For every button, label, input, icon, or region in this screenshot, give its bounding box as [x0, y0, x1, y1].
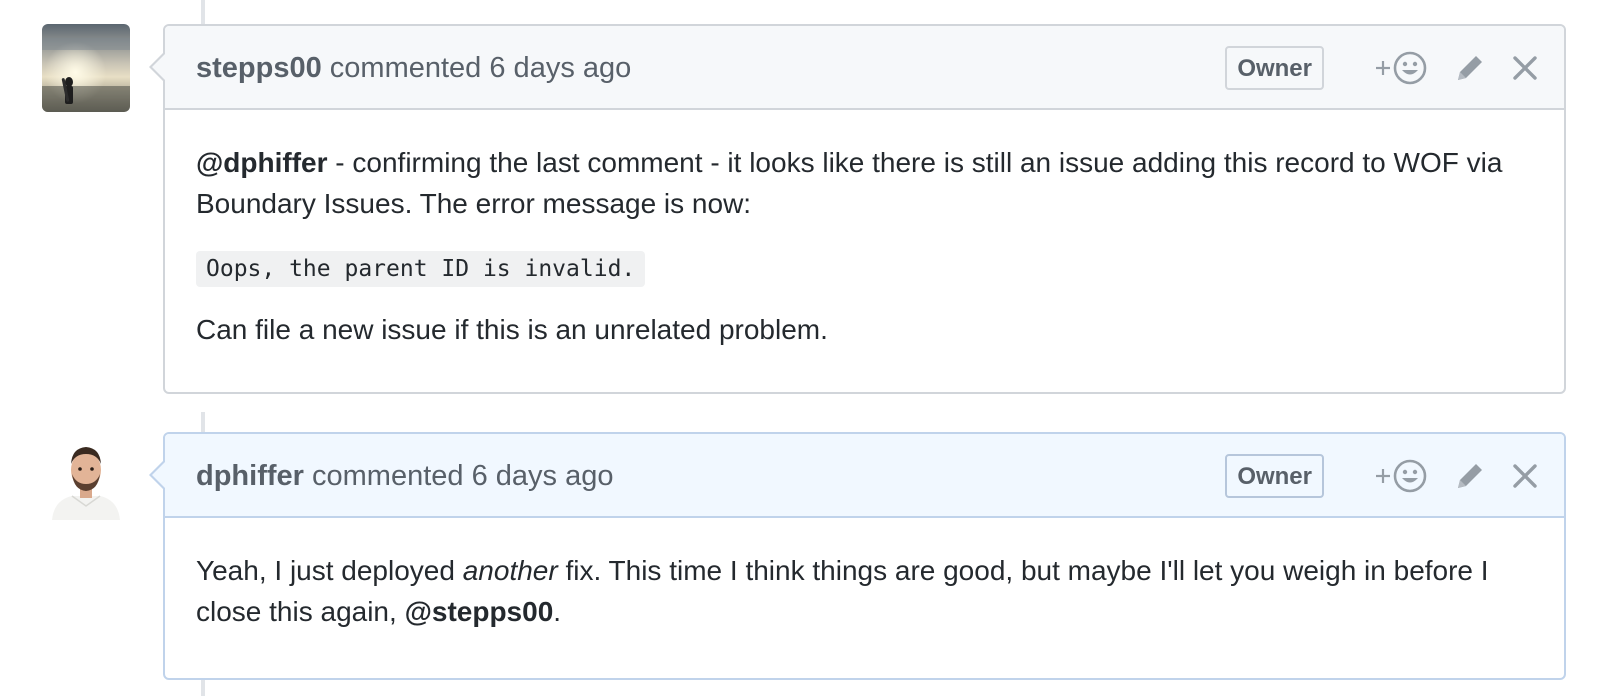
add-reaction-icon[interactable] — [1374, 50, 1428, 86]
surfer-avatar-image — [42, 24, 130, 112]
comment-paragraph: Yeah, I just deployed another fix. This … — [196, 550, 1533, 632]
inline-code: Oops, the parent ID is invalid. — [196, 251, 646, 287]
pencil-icon[interactable] — [1454, 52, 1486, 84]
comment-action: commented — [329, 52, 482, 84]
owner-badge: Owner — [1225, 46, 1324, 90]
close-icon[interactable] — [1512, 55, 1538, 81]
comment-paragraph: @dphiffer - confirming the last comment … — [196, 142, 1533, 224]
comment-stepps00: stepps00 commented 6 days ago Owner @dph… — [149, 24, 1566, 394]
comment-body: @dphiffer - confirming the last comment … — [165, 110, 1564, 381]
avatar-stepps00[interactable] — [42, 24, 130, 112]
comment-action: commented — [312, 460, 464, 492]
close-icon[interactable] — [1512, 463, 1538, 489]
comment-text: - confirming the last comment - it looks… — [196, 147, 1503, 219]
pencil-icon[interactable] — [1454, 460, 1486, 492]
portrait-avatar-image — [42, 432, 130, 520]
comment-body: Yeah, I just deployed another fix. This … — [165, 518, 1564, 663]
emphasis-text: another — [462, 555, 558, 586]
user-mention-link[interactable]: @dphiffer — [196, 147, 328, 178]
comment-actions: Owner — [1225, 26, 1538, 110]
user-mention-link[interactable]: @stepps00 — [405, 596, 554, 627]
comment-header: dphiffer commented 6 days ago Owner — [165, 434, 1564, 518]
comment-meta: stepps00 commented 6 days ago — [196, 26, 631, 110]
owner-badge: Owner — [1225, 454, 1324, 498]
timeline-line-top — [201, 0, 205, 24]
comment-author-link[interactable]: stepps00 — [196, 52, 322, 84]
comment-dphiffer: dphiffer commented 6 days ago Owner Yeah… — [149, 432, 1566, 680]
comment-caret-inner — [152, 462, 165, 488]
comment-text: . — [553, 596, 562, 627]
comment-meta: dphiffer commented 6 days ago — [196, 434, 613, 518]
comment-caret-inner — [152, 54, 165, 80]
comment-paragraph: Can file a new issue if this is an unrel… — [196, 309, 1533, 350]
avatar-dphiffer[interactable] — [42, 432, 130, 520]
comment-actions: Owner — [1225, 434, 1538, 518]
comment-paragraph-code: Oops, the parent ID is invalid. — [196, 246, 1533, 287]
comment-text: Can file a new issue if this is an unrel… — [196, 314, 828, 345]
timeline-line-bottom — [201, 680, 205, 696]
add-reaction-icon[interactable] — [1374, 458, 1428, 494]
comment-time-link[interactable]: 6 days ago — [489, 52, 631, 84]
comment-text: Yeah, I just deployed — [196, 555, 463, 586]
comment-author-link[interactable]: dphiffer — [196, 460, 304, 492]
comment-header: stepps00 commented 6 days ago Owner — [165, 26, 1564, 110]
comment-time-link[interactable]: 6 days ago — [472, 460, 614, 492]
